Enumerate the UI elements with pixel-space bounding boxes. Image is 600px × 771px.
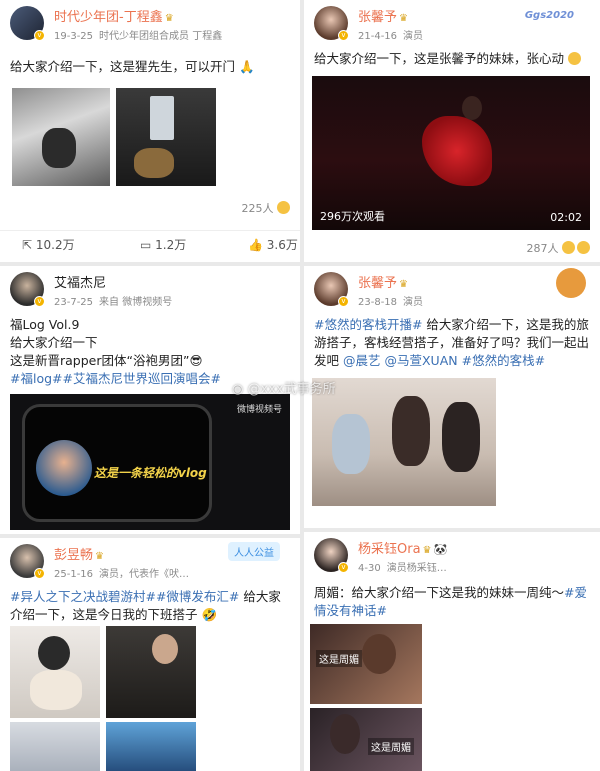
post-image-2[interactable] bbox=[106, 626, 196, 718]
fan-badge: Ggs2020 bbox=[524, 10, 574, 21]
post-image-1[interactable]: 这是周媚 bbox=[310, 624, 422, 704]
post-meta: 23-8-18 演员 bbox=[358, 297, 424, 308]
post-image-4[interactable] bbox=[106, 722, 196, 771]
post-meta: 19-3-25 时代少年团组合成员 丁程鑫 bbox=[54, 31, 223, 42]
hashtag[interactable]: #悠然的客栈开播# bbox=[314, 317, 422, 332]
post-meta: 21-4-16 演员 bbox=[358, 31, 424, 42]
post-meta: 4-30 演员杨采钰… bbox=[358, 563, 447, 574]
video-caption: 这是一条轻松的vlog bbox=[94, 466, 207, 480]
image-label: 这是周媚 bbox=[316, 650, 362, 667]
video-channel-logo: 微博视频号 bbox=[236, 405, 282, 415]
post-text: 周媚：给大家介绍一下这是我的妹妹一周纯～#爱情没有神话# bbox=[314, 585, 587, 618]
video-player[interactable]: 这是一条轻松的vlog 微博视频号 bbox=[10, 394, 290, 530]
laugh-emoji-icon bbox=[562, 241, 575, 254]
laugh-emoji-icon bbox=[568, 52, 581, 65]
crown-icon: ♛ bbox=[422, 545, 432, 556]
post-card-4: v 张馨予 ♛ 23-8-18 演员 #悠然的客栈开播# 给大家介绍一下，这是我的旅… bbox=[304, 266, 600, 528]
post-header: v 艾福杰尼 23-7-25 来自 微博视频号 bbox=[0, 266, 300, 310]
sunglasses-emoji-icon: 😎 bbox=[189, 353, 203, 368]
verified-badge-icon: v bbox=[34, 30, 45, 41]
post-card-5: v 彭昱畅 ♛ 25-1-16 演员，代表作《吠… 人人公益 #异人之下之决战碧游村… bbox=[0, 538, 300, 771]
mention[interactable]: @马萱XUAN bbox=[384, 353, 457, 368]
crown-icon: ♛ bbox=[95, 551, 104, 562]
post-image-2[interactable]: 这是周媚 bbox=[310, 708, 422, 771]
video-player[interactable]: 296万次观看 02:02 bbox=[312, 76, 590, 230]
crown-icon: ♛ bbox=[164, 13, 174, 24]
repost-button[interactable]: ⇱ 10.2万 bbox=[22, 236, 75, 253]
post-image[interactable] bbox=[312, 378, 496, 506]
username[interactable]: 杨采钰Ora ♛ 🐼 bbox=[358, 538, 447, 557]
username[interactable]: 彭昱畅 ♛ bbox=[54, 544, 104, 563]
video-duration: 02:02 bbox=[550, 211, 582, 224]
watermark: ◉ @xxx武事务所 bbox=[232, 382, 336, 397]
post-image-3[interactable] bbox=[10, 722, 100, 771]
post-image-1[interactable] bbox=[12, 88, 110, 186]
thumb-up-icon: 👍 bbox=[248, 238, 263, 252]
crown-icon: ♛ bbox=[399, 13, 408, 24]
post-text: 给大家介绍一下，这是猩先生，可以开门 🙏 bbox=[10, 59, 255, 74]
comment-button[interactable]: ▭ 1.2万 bbox=[140, 236, 186, 253]
post-card-6: v 杨采钰Ora ♛ 🐼 4-30 演员杨采钰… 周媚：给大家介绍一下这是我的妹妹一周… bbox=[304, 532, 600, 771]
post-header: v 张馨予 ♛ 23-8-18 演员 bbox=[304, 266, 600, 310]
post-image-2[interactable] bbox=[116, 88, 216, 186]
face-emoji-icon: 🤣 bbox=[201, 607, 218, 622]
crown-icon: ♛ bbox=[399, 279, 408, 290]
verified-badge-icon: v bbox=[338, 296, 349, 307]
charity-badge: 人人公益 bbox=[228, 542, 280, 561]
post-card-3: v 艾福杰尼 23-7-25 来自 微博视频号 福Log Vol.9 给大家介绍一… bbox=[0, 266, 300, 534]
username[interactable]: 艾福杰尼 bbox=[54, 272, 106, 291]
weibo-logo-icon: ◉ bbox=[232, 382, 244, 397]
panda-icon: 🐼 bbox=[433, 543, 448, 556]
post-text: 给大家介绍一下，这是张馨予的妹妹，张心动 bbox=[304, 50, 600, 68]
post-header: v 时代少年团-丁程鑫 ♛ 19-3-25 时代少年团组合成员 丁程鑫 bbox=[0, 0, 300, 44]
video-view-count: 296万次观看 bbox=[320, 210, 385, 223]
mention[interactable]: @晨艺 bbox=[343, 353, 381, 368]
verified-badge-icon: v bbox=[34, 296, 45, 307]
post-text: #异人之下之决战碧游村##微博发布汇# 给大家介绍一下，这是今日我的下班搭子 🤣 bbox=[10, 589, 281, 622]
hands-emoji-icon: 🙏 bbox=[239, 59, 255, 74]
post-image-1[interactable] bbox=[10, 626, 100, 718]
like-button[interactable]: 👍 3.6万 bbox=[248, 236, 298, 253]
verified-badge-icon: v bbox=[338, 562, 349, 573]
repost-icon: ⇱ bbox=[22, 238, 33, 252]
bear-sticker-icon bbox=[556, 268, 586, 298]
post-text: #悠然的客栈开播# 给大家介绍一下，这是我的旅游搭子，客栈经营搭子，准备好了吗？… bbox=[314, 317, 590, 368]
verified-badge-icon: v bbox=[338, 30, 349, 41]
post-meta: 23-7-25 来自 微博视频号 bbox=[54, 297, 173, 308]
username[interactable]: 时代少年团-丁程鑫 ♛ bbox=[54, 6, 174, 25]
post-card-1: v 时代少年团-丁程鑫 ♛ 19-3-25 时代少年团组合成员 丁程鑫 给大家介绍一… bbox=[0, 0, 300, 262]
like-emoji-icon bbox=[277, 201, 290, 214]
post-meta: 25-1-16 演员，代表作《吠… bbox=[54, 569, 190, 580]
laugh-emoji-icon bbox=[577, 241, 590, 254]
post-header: v 彭昱畅 ♛ 25-1-16 演员，代表作《吠… 人人公益 bbox=[0, 538, 300, 582]
comment-icon: ▭ bbox=[140, 238, 152, 252]
hashtag[interactable]: #异人之下之决战碧游村##微博发布汇# bbox=[10, 589, 239, 604]
post-header: v 杨采钰Ora ♛ 🐼 4-30 演员杨采钰… bbox=[304, 532, 600, 576]
like-count: 287人 bbox=[527, 240, 590, 256]
username[interactable]: 张馨予 ♛ bbox=[358, 272, 408, 291]
verified-badge-icon: v bbox=[34, 568, 45, 579]
like-count: 225人 bbox=[242, 200, 290, 216]
image-label: 这是周媚 bbox=[368, 738, 414, 755]
username[interactable]: 张馨予 ♛ bbox=[358, 6, 408, 25]
hashtag[interactable]: #悠然的客栈# bbox=[462, 353, 545, 368]
post-card-2: v 张馨予 ♛ 21-4-16 演员 Ggs2020 给大家介绍一下，这是张馨予的妹… bbox=[304, 0, 600, 262]
post-header: v 张馨予 ♛ 21-4-16 演员 Ggs2020 bbox=[304, 0, 600, 44]
action-bar: ⇱ 10.2万 ▭ 1.2万 👍 3.6万 bbox=[0, 230, 300, 256]
